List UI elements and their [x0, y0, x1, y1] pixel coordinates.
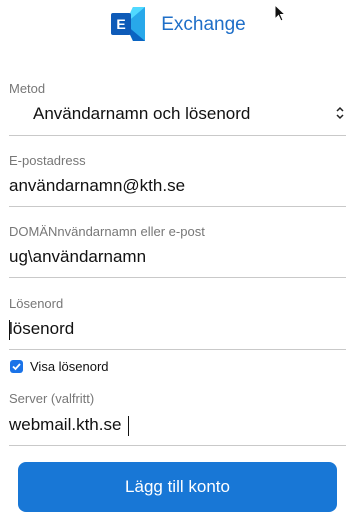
- exchange-logo-icon: E: [111, 7, 146, 41]
- svg-text:E: E: [117, 16, 126, 32]
- password-field[interactable]: lösenord: [9, 319, 74, 339]
- divider: [9, 349, 346, 350]
- server-field[interactable]: webmail.kth.se: [9, 415, 121, 435]
- add-account-page: E Exchange Metod Användarnamn och löseno…: [0, 0, 353, 522]
- method-select[interactable]: Användarnamn och lösenord: [33, 104, 250, 124]
- text-caret: [9, 320, 10, 340]
- domain-user-field[interactable]: ug\användarnamn: [9, 247, 146, 267]
- text-caret: [128, 416, 129, 436]
- server-label: Server (valfritt): [9, 391, 95, 406]
- mouse-pointer-icon: [274, 4, 287, 22]
- chevron-updown-icon[interactable]: [335, 105, 345, 121]
- email-label: E-postadress: [9, 153, 86, 168]
- divider: [9, 277, 346, 278]
- divider: [9, 135, 346, 136]
- domain-user-label: DOMÄNnvändarnamn eller e-post: [9, 224, 205, 239]
- checkmark-icon: [12, 363, 21, 371]
- method-label: Metod: [9, 81, 46, 96]
- app-title: Exchange: [161, 14, 246, 35]
- email-field[interactable]: användarnamn@kth.se: [9, 176, 185, 196]
- add-account-button[interactable]: Lägg till konto: [18, 462, 337, 512]
- app-header: E Exchange: [0, 4, 353, 44]
- divider: [9, 445, 346, 446]
- divider: [9, 206, 346, 207]
- show-password-label[interactable]: Visa lösenord: [30, 359, 109, 374]
- password-label: Lösenord: [9, 296, 64, 311]
- show-password-checkbox[interactable]: [10, 360, 23, 373]
